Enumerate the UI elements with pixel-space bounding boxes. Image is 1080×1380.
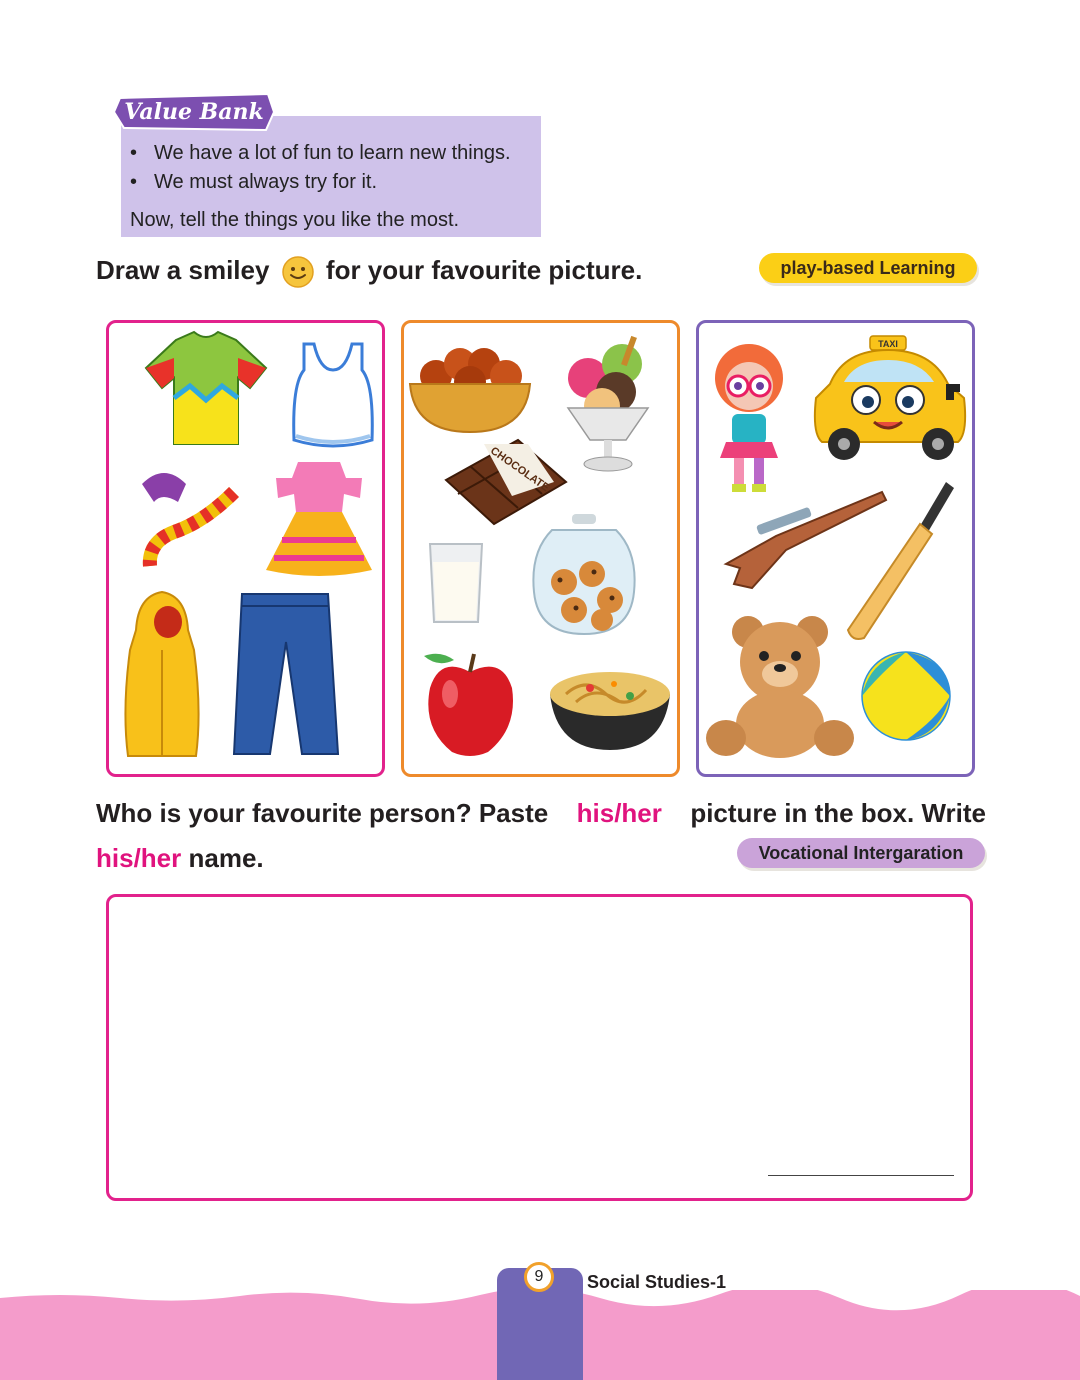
- t-shirt-icon[interactable]: [142, 328, 270, 448]
- vocational-integration-tag: Vocational Intergaration: [737, 838, 985, 868]
- taxi-car-icon[interactable]: TAXI: [810, 334, 970, 466]
- activity2-instruction-line1: Who is your favourite person? Paste his/…: [96, 798, 986, 829]
- value-bank-prompt: Now, tell the things you like the most.: [130, 209, 460, 231]
- doll-icon[interactable]: [706, 336, 792, 496]
- taxi-label: TAXI: [878, 339, 898, 349]
- raincoat-icon[interactable]: [122, 590, 202, 762]
- paste-picture-box[interactable]: [106, 894, 973, 1201]
- cricket-bat-icon[interactable]: [846, 480, 958, 642]
- value-bank-bullet-2-text: We must always try for it.: [154, 171, 378, 193]
- value-bank-title-tag: Value Bank: [114, 92, 274, 132]
- name-writing-line[interactable]: [768, 1175, 954, 1176]
- activity2-highlight2: his/her: [96, 843, 182, 873]
- activity2-part3: name.: [188, 843, 264, 873]
- vest-icon[interactable]: [290, 340, 376, 448]
- page-number: 9: [524, 1262, 554, 1292]
- cookie-jar-icon[interactable]: [530, 512, 638, 638]
- noodles-bowl-icon[interactable]: [546, 654, 674, 754]
- book-title: Social Studies-1: [587, 1272, 727, 1292]
- activity2-instruction-line2: his/her name.: [96, 843, 264, 874]
- smiley-icon: [281, 256, 314, 288]
- activity2-part2: picture in the box. Write: [690, 798, 986, 828]
- activity1-instruction: Draw a smiley for your favourite picture…: [96, 255, 642, 289]
- activity1-text-before: Draw a smiley: [96, 255, 270, 285]
- scarf-icon[interactable]: [134, 462, 242, 570]
- value-bank-title: Value Bank: [124, 99, 263, 125]
- teddy-bear-icon[interactable]: [704, 612, 856, 762]
- value-bank-bullet-2: • We must always try for it.: [130, 171, 378, 193]
- activity1-text-after: for your favourite picture.: [325, 255, 643, 285]
- activity2-highlight1: his/her: [576, 798, 662, 828]
- apple-icon[interactable]: [420, 648, 522, 760]
- value-bank-bullet-1: • We have a lot of fun to learn new thing…: [130, 142, 511, 164]
- value-bank-bullet-1-text: We have a lot of fun to learn new things…: [154, 142, 511, 164]
- beach-ball-icon[interactable]: [860, 650, 952, 742]
- ice-cream-cup-icon[interactable]: [562, 334, 654, 472]
- activity2-part1: Who is your favourite person? Paste: [96, 798, 549, 828]
- glass-of-milk-icon[interactable]: [428, 540, 484, 624]
- gulab-jamun-bowl-icon[interactable]: [408, 346, 532, 434]
- play-based-learning-tag: play-based Learning: [759, 253, 977, 283]
- jeans-icon[interactable]: [230, 592, 340, 758]
- frock-icon[interactable]: [262, 458, 376, 578]
